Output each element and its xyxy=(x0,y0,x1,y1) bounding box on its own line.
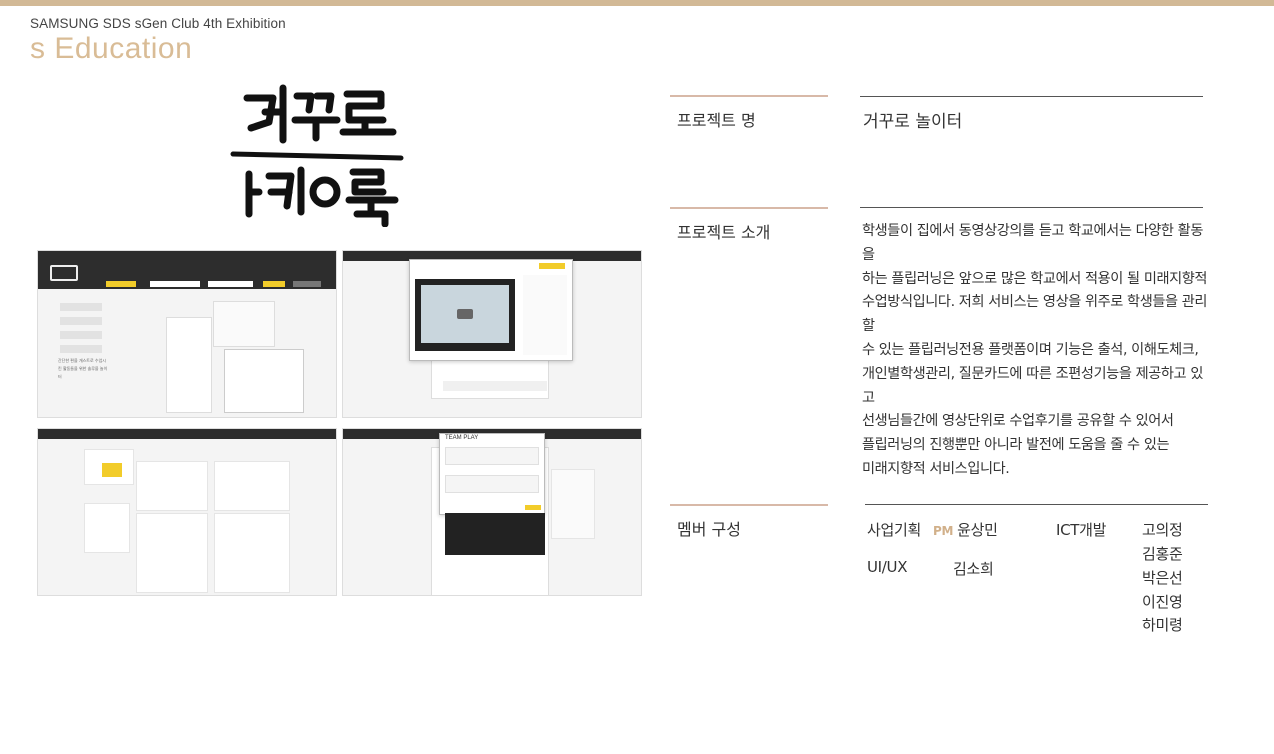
student-list-right xyxy=(214,513,290,593)
project-name-value: 거꾸로 놀이터 xyxy=(863,112,963,132)
screenshot-main-page: 간단한 편을 개스트로 수업시킨 활동들을 위한 솔루을 놀이터 xyxy=(37,250,337,418)
ict-member: 하미령 xyxy=(1142,616,1183,634)
members-label: 멤버 구성 xyxy=(677,520,741,539)
intro-line: 플립러닝의 진행뿐만 아니라 발전에 도움을 줄 수 있는 xyxy=(862,437,1170,454)
intro-line: 개인별학생관리, 질문카드에 따른 조편성기능을 제공하고 있고 xyxy=(862,365,1203,406)
team-play-panel xyxy=(224,349,304,413)
team-slots-row-1 xyxy=(445,447,539,465)
placeholder-block-1 xyxy=(60,303,102,311)
intro-line: 선생님들간에 영상단위로 수업후기를 공유할 수 있어서 xyxy=(862,413,1174,430)
app-logo-mark xyxy=(50,265,78,281)
calendar-highlight xyxy=(102,463,122,477)
ict-member: 김홍준 xyxy=(1142,545,1183,563)
hero-caption: 간단한 편을 개스트로 수업시킨 활동들을 위한 솔루을 놀이터 xyxy=(58,358,108,379)
intro-line: 수업방식입니다. 저희 서비스는 영상을 위주로 학생들을 관리할 xyxy=(862,294,1208,335)
card-panel xyxy=(166,317,212,413)
placeholder-block-2 xyxy=(60,317,102,325)
team-slots-row-2 xyxy=(445,475,539,493)
student-list-left xyxy=(136,513,208,593)
handwritten-logo-image xyxy=(230,84,404,228)
signup-button xyxy=(293,281,321,287)
dashboard-panel xyxy=(213,301,275,347)
modal-action-button xyxy=(539,263,565,269)
business-role: 사업기획 xyxy=(867,521,922,539)
ict-role: ICT개발 xyxy=(1056,521,1107,539)
exhibition-title: SAMSUNG SDS sGen Club 4th Exhibition xyxy=(30,16,286,31)
category-title: s Education xyxy=(30,32,193,65)
team-play-title: TEAM PLAY xyxy=(445,435,479,441)
team-play-modal xyxy=(439,433,545,515)
app-header-bar xyxy=(38,429,336,439)
project-logo xyxy=(225,82,410,228)
reaction-row xyxy=(443,381,547,391)
screenshot-team-play-page: TEAM PLAY xyxy=(342,428,642,596)
project-name-label-box: 프로젝트 명 xyxy=(670,95,828,131)
video-player xyxy=(445,513,545,555)
members-label-box: 멤버 구성 xyxy=(670,504,828,540)
project-name-value-box: 거꾸로 놀이터 xyxy=(860,96,1203,132)
uiux-member: 김소희 xyxy=(953,560,994,578)
login-button xyxy=(263,281,285,287)
profile-card xyxy=(84,503,130,553)
ict-member: 이진영 xyxy=(1142,593,1183,611)
pm-badge: PM xyxy=(933,524,954,538)
screenshot-video-page xyxy=(342,250,642,418)
screenshot-student-page xyxy=(37,428,337,596)
project-intro-label: 프로젝트 소개 xyxy=(677,223,771,242)
business-member: PM 윤상민 xyxy=(933,519,998,540)
intro-line: 학생들이 집에서 동영상강의를 듣고 학교에서는 다양한 활동을 xyxy=(862,223,1203,263)
uiux-role: UI/UX xyxy=(867,558,908,576)
attendance-panel xyxy=(214,461,290,511)
id-field xyxy=(150,281,200,287)
intro-line: 하는 플립러닝은 앞으로 많은 학교에서 적용이 될 미래지향적 xyxy=(862,270,1208,287)
play-icon xyxy=(457,309,473,319)
comment-list xyxy=(523,275,567,355)
password-field xyxy=(208,281,253,287)
stats-chart xyxy=(136,461,208,511)
top-accent-bar xyxy=(0,0,1274,6)
project-intro-rule xyxy=(860,207,1203,208)
ict-member: 고의정 xyxy=(1142,521,1183,539)
placeholder-block-4 xyxy=(60,345,102,353)
search-field xyxy=(106,281,136,287)
project-intro-text: 학생들이 집에서 동영상강의를 듣고 학교에서는 다양한 활동을 하는 플립러닝… xyxy=(862,220,1212,482)
project-intro-label-box: 프로젝트 소개 xyxy=(670,207,828,243)
project-name-label: 프로젝트 명 xyxy=(677,111,756,130)
comment-panel xyxy=(551,469,595,539)
ict-member: 박은선 xyxy=(1142,569,1183,587)
team-confirm-button xyxy=(525,505,541,510)
intro-line: 미래지향적 서비스입니다. xyxy=(862,460,1010,477)
business-member-name: 윤상민 xyxy=(957,521,998,539)
placeholder-block-3 xyxy=(60,331,102,339)
members-table: 사업기획 PM 윤상민 ICT개발 고의정 김홍준 박은선 이진영 하미령 UI/… xyxy=(865,504,1208,644)
intro-line: 수 있는 플립러닝전용 플랫폼이며 기능은 출석, 이해도체크, xyxy=(862,341,1199,358)
